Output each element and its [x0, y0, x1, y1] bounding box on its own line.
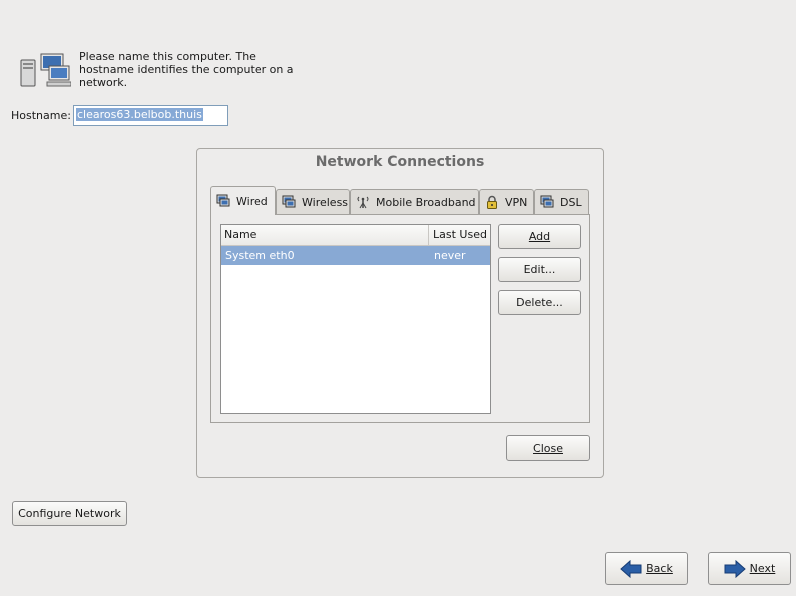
tab-vpn-label: VPN	[505, 195, 528, 209]
connection-last-used: never	[434, 249, 466, 262]
arrow-left-icon	[620, 559, 642, 578]
add-button[interactable]: Add	[498, 224, 581, 249]
column-separator	[428, 225, 429, 245]
hostname-input[interactable]: clearos63.belbob.thuis	[73, 105, 228, 126]
next-button[interactable]: Next	[708, 552, 791, 585]
tab-wireless[interactable]: Wireless	[276, 189, 350, 214]
dsl-icon	[540, 195, 554, 208]
network-connections-dialog: Network Connections Wired Wireless Mobil…	[196, 148, 604, 478]
tab-wireless-label: Wireless	[302, 195, 349, 209]
edit-button[interactable]: Edit...	[498, 257, 581, 282]
close-button-label: Close	[533, 441, 563, 455]
lock-icon	[487, 195, 497, 209]
connection-name: System eth0	[225, 249, 295, 262]
tab-vpn[interactable]: VPN	[479, 189, 534, 214]
tab-wired[interactable]: Wired	[210, 186, 276, 215]
wired-icon	[216, 194, 230, 207]
antenna-icon	[357, 196, 369, 209]
connections-list[interactable]: Name Last Used System eth0 never	[220, 224, 491, 414]
tab-wired-label: Wired	[236, 194, 268, 208]
delete-button-label: Delete...	[516, 296, 563, 309]
tab-mobile-broadband[interactable]: Mobile Broadband	[350, 189, 479, 214]
column-header-name[interactable]: Name	[224, 228, 256, 241]
wired-tab-panel: Name Last Used System eth0 never Add Edi…	[210, 214, 590, 423]
arrow-right-icon	[724, 559, 746, 578]
tab-mobile-broadband-label: Mobile Broadband	[376, 195, 476, 209]
wireless-icon	[282, 195, 296, 208]
intro-text: Please name this computer. The hostname …	[79, 50, 294, 89]
next-button-label: Next	[749, 562, 776, 575]
hostname-value: clearos63.belbob.thuis	[76, 108, 203, 121]
tab-dsl[interactable]: DSL	[534, 189, 589, 214]
hostname-label: Hostname:	[11, 109, 71, 122]
back-button[interactable]: Back	[605, 552, 688, 585]
table-row[interactable]: System eth0 never	[221, 246, 490, 265]
configure-network-button[interactable]: Configure Network	[12, 501, 127, 526]
column-header-last-used[interactable]: Last Used	[433, 228, 487, 241]
dialog-title: Network Connections	[315, 154, 485, 170]
tab-dsl-label: DSL	[560, 195, 582, 209]
network-computer-icon	[19, 52, 72, 88]
back-button-label: Back	[646, 562, 673, 575]
add-button-label: Add	[528, 230, 551, 243]
edit-button-label: Edit...	[523, 263, 556, 276]
configure-network-label: Configure Network	[18, 507, 121, 520]
delete-button[interactable]: Delete...	[498, 290, 581, 315]
list-header: Name Last Used	[221, 225, 490, 246]
close-button[interactable]: Close	[506, 435, 590, 461]
